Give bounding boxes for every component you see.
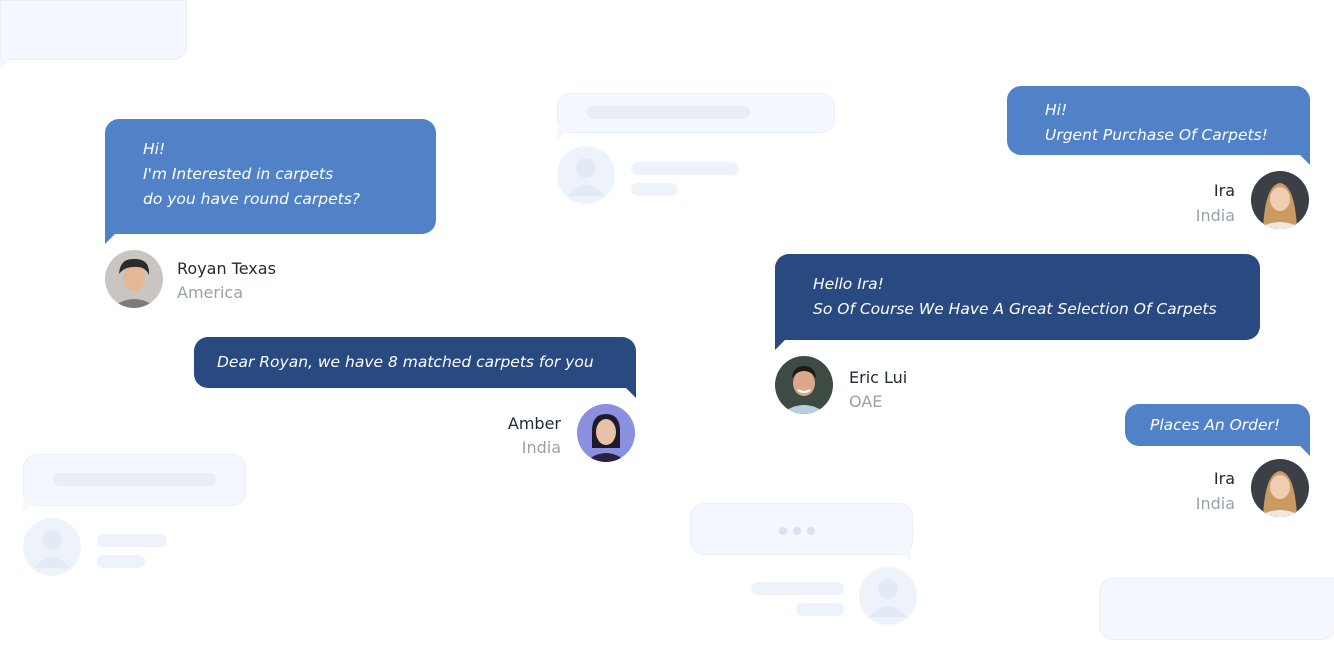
message-tail xyxy=(105,233,116,244)
message-line: Dear Royan, we have 8 matched carpets fo… xyxy=(217,353,594,371)
user-name: Ira xyxy=(1213,181,1235,200)
ghost-bubble-tail xyxy=(0,58,12,70)
ghost-text-line xyxy=(631,183,678,196)
user-location: OAE xyxy=(849,392,883,411)
message-tail xyxy=(625,387,636,398)
user-silhouette-icon xyxy=(23,518,81,576)
message-line: I'm Interested in carpets xyxy=(143,165,334,183)
user-silhouette-icon xyxy=(859,567,917,625)
message-line: Hello Ira! xyxy=(813,275,884,293)
typing-dots-icon xyxy=(778,523,816,535)
user-name: Ira xyxy=(1213,469,1235,488)
ghost-text-line xyxy=(97,534,167,547)
person-avatar[interactable] xyxy=(1251,459,1309,517)
message-line: Urgent Purchase Of Carpets! xyxy=(1045,126,1268,144)
message-tail xyxy=(775,339,786,350)
ghost-text-line xyxy=(53,473,216,486)
message-bubble-royan: Hi! I'm Interested in carpets do you hav… xyxy=(105,119,436,234)
user-location: India xyxy=(521,438,561,457)
message-line: Hi! xyxy=(1045,101,1068,119)
person-avatar[interactable] xyxy=(775,356,833,414)
message-line: So Of Course We Have A Great Selection O… xyxy=(813,300,1217,318)
user-name: Royan Texas xyxy=(177,259,276,278)
ghost-bubble-tail xyxy=(557,128,569,140)
message-line: Hi! xyxy=(143,140,166,158)
user-location: India xyxy=(1195,206,1235,225)
user-name: Eric Lui xyxy=(849,368,908,387)
ghost-text-line xyxy=(796,603,844,616)
message-tail xyxy=(1299,154,1310,165)
user-location: America xyxy=(177,283,243,302)
user-location: India xyxy=(1195,494,1235,513)
ghost-text-line xyxy=(97,555,145,568)
ghost-bubble xyxy=(0,0,187,60)
ghost-bubble xyxy=(1099,578,1334,640)
message-bubble-eric: Hello Ira! So Of Course We Have A Great … xyxy=(775,254,1260,340)
message-tail xyxy=(1299,445,1310,456)
ghost-bubble-tail xyxy=(899,550,911,562)
user-silhouette-icon xyxy=(557,146,615,204)
message-bubble-amber: Dear Royan, we have 8 matched carpets fo… xyxy=(194,337,636,388)
message-line: do you have round carpets? xyxy=(143,190,361,208)
ghost-text-line xyxy=(587,106,750,119)
message-bubble-order: Places An Order! xyxy=(1125,404,1310,446)
message-bubble-ira: Hi! Urgent Purchase Of Carpets! xyxy=(1007,86,1310,155)
user-name: Amber xyxy=(507,414,561,433)
ghost-bubble-tail xyxy=(23,500,35,512)
person-avatar[interactable] xyxy=(577,404,635,462)
person-avatar[interactable] xyxy=(1251,171,1309,229)
person-avatar[interactable] xyxy=(105,250,163,308)
message-line: Places An Order! xyxy=(1150,416,1281,434)
ghost-text-line xyxy=(631,162,739,175)
ghost-text-line xyxy=(751,582,844,595)
